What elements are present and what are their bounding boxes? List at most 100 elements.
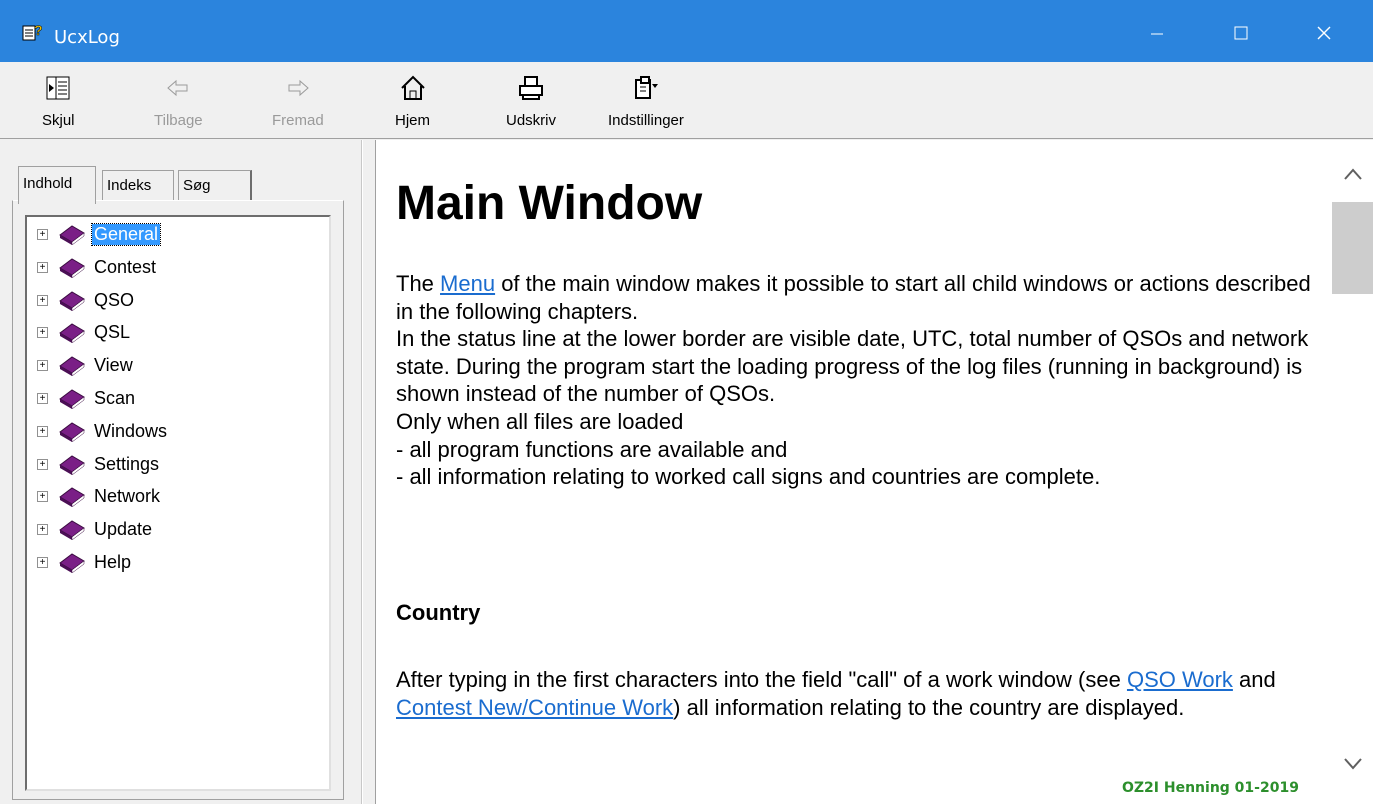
tree-label: Settings (94, 453, 160, 474)
text-fragment: ) all information relating to the countr… (673, 694, 1185, 720)
home-icon (400, 75, 425, 100)
tree-label: Contest (94, 256, 157, 277)
tree-item-network[interactable]: + Network (37, 483, 162, 509)
tree-label: Help (94, 551, 132, 572)
options-icon (634, 76, 658, 99)
svg-text:?: ? (34, 22, 43, 38)
back-label: Tilbage (154, 112, 203, 129)
help-content: Main Window The Menu of the main window … (376, 140, 1332, 804)
navigation-pane: Indhold Indeks Søg + General + Contest +… (0, 140, 362, 804)
contest-work-link[interactable]: Contest New/Continue Work (396, 695, 673, 720)
help-app-icon: ? (22, 22, 43, 41)
scroll-up-button[interactable] (1332, 154, 1373, 194)
tree-item-windows[interactable]: + Windows (37, 418, 169, 444)
tab-index-label: Indeks (107, 177, 152, 194)
author-signature: OZ2I Henning 01-2019 (1122, 780, 1299, 796)
contents-tree: + General + Contest + QSO + QSL + View +… (25, 215, 331, 791)
chevron-down-icon (1343, 758, 1362, 770)
intro-text: The Menu of the main window makes it pos… (396, 270, 1316, 491)
tree-item-view[interactable]: + View (37, 352, 135, 378)
minimize-icon (1151, 33, 1163, 35)
title-bar: ? UcxLog (0, 0, 1373, 62)
options-button[interactable]: Indstillinger (608, 74, 684, 134)
minimize-button[interactable] (1137, 18, 1177, 48)
expand-plus-icon[interactable]: + (37, 425, 48, 437)
vertical-scrollbar[interactable] (1332, 140, 1373, 804)
tree-label: Windows (94, 420, 168, 441)
book-icon (59, 323, 85, 343)
back-arrow-icon (167, 79, 188, 97)
tree-item-scan[interactable]: + Scan (37, 385, 137, 411)
maximize-icon (1234, 26, 1248, 40)
expand-plus-icon[interactable]: + (37, 392, 48, 404)
contents-tab-panel: + General + Contest + QSO + QSL + View +… (12, 200, 344, 800)
expand-plus-icon[interactable]: + (37, 523, 48, 535)
expand-plus-icon[interactable]: + (37, 359, 48, 371)
book-icon (59, 291, 85, 311)
close-button[interactable] (1304, 18, 1344, 48)
text-fragment: and (1232, 667, 1276, 692)
pane-splitter[interactable] (362, 140, 376, 804)
print-button[interactable]: Udskriv (506, 74, 556, 134)
tree-label: General (90, 222, 162, 246)
expand-plus-icon[interactable]: + (37, 326, 48, 338)
expand-plus-icon[interactable]: + (37, 228, 48, 240)
hide-label: Skjul (42, 112, 75, 129)
hide-button[interactable]: Skjul (42, 74, 75, 134)
book-icon (59, 258, 85, 278)
text-fragment: The (396, 271, 441, 296)
tab-index[interactable]: Indeks (102, 170, 174, 204)
chevron-up-icon (1343, 168, 1362, 180)
close-icon (1317, 26, 1331, 40)
menu-link[interactable]: Menu (440, 271, 495, 296)
expand-plus-icon[interactable]: + (37, 490, 48, 502)
tree-item-contest[interactable]: + Contest (37, 254, 158, 280)
print-label: Udskriv (506, 112, 557, 129)
qso-work-link[interactable]: QSO Work (1127, 667, 1233, 692)
expand-plus-icon[interactable]: + (37, 294, 48, 306)
tree-item-qso[interactable]: + QSO (37, 287, 136, 313)
tree-item-update[interactable]: + Update (37, 516, 154, 542)
tree-label: QSL (94, 321, 131, 342)
tab-search[interactable]: Søg (178, 170, 252, 204)
expand-plus-icon[interactable]: + (37, 261, 48, 273)
tree-label: Update (94, 518, 153, 539)
tab-contents[interactable]: Indhold (18, 166, 96, 204)
forward-button[interactable]: Fremad (272, 74, 324, 134)
book-icon (59, 356, 85, 376)
book-icon (59, 455, 85, 475)
home-button[interactable]: Hjem (395, 74, 430, 134)
tree-item-settings[interactable]: + Settings (37, 451, 161, 477)
tab-search-label: Søg (183, 177, 211, 194)
book-icon (59, 487, 85, 507)
printer-icon (519, 76, 543, 100)
hide-pane-icon (46, 76, 70, 100)
bullet-functions: - all program functions are available an… (396, 436, 788, 462)
expand-plus-icon[interactable]: + (37, 458, 48, 470)
scroll-thumb[interactable] (1332, 202, 1373, 294)
expand-plus-icon[interactable]: + (37, 556, 48, 568)
back-button[interactable]: Tilbage (154, 74, 203, 134)
tab-contents-label: Indhold (23, 175, 73, 192)
country-heading: Country (396, 600, 481, 625)
country-text: After typing in the first characters int… (396, 666, 1316, 721)
options-label: Indstillinger (608, 112, 684, 129)
loaded-paragraph: Only when all files are loaded (396, 408, 684, 434)
tree-label: Network (94, 485, 161, 506)
maximize-button[interactable] (1221, 18, 1261, 48)
tree-item-help[interactable]: + Help (37, 549, 133, 575)
book-icon (59, 389, 85, 409)
tree-label: Scan (94, 387, 136, 408)
forward-label: Fremad (272, 112, 324, 129)
page-title: Main Window (396, 177, 703, 230)
tree-item-general[interactable]: + General (37, 221, 162, 247)
scroll-down-button[interactable] (1332, 744, 1373, 784)
tree-label: View (94, 354, 133, 375)
tree-item-qsl[interactable]: + QSL (37, 319, 132, 345)
book-icon (59, 553, 85, 573)
window-title: UcxLog (54, 27, 120, 48)
toolbar: Skjul Tilbage Fremad Hjem Udskriv Indsti… (0, 62, 1373, 139)
text-fragment: of the main window makes it possible to … (396, 271, 1311, 324)
status-line-paragraph: In the status line at the lower border a… (396, 326, 1309, 407)
book-icon (59, 225, 85, 245)
